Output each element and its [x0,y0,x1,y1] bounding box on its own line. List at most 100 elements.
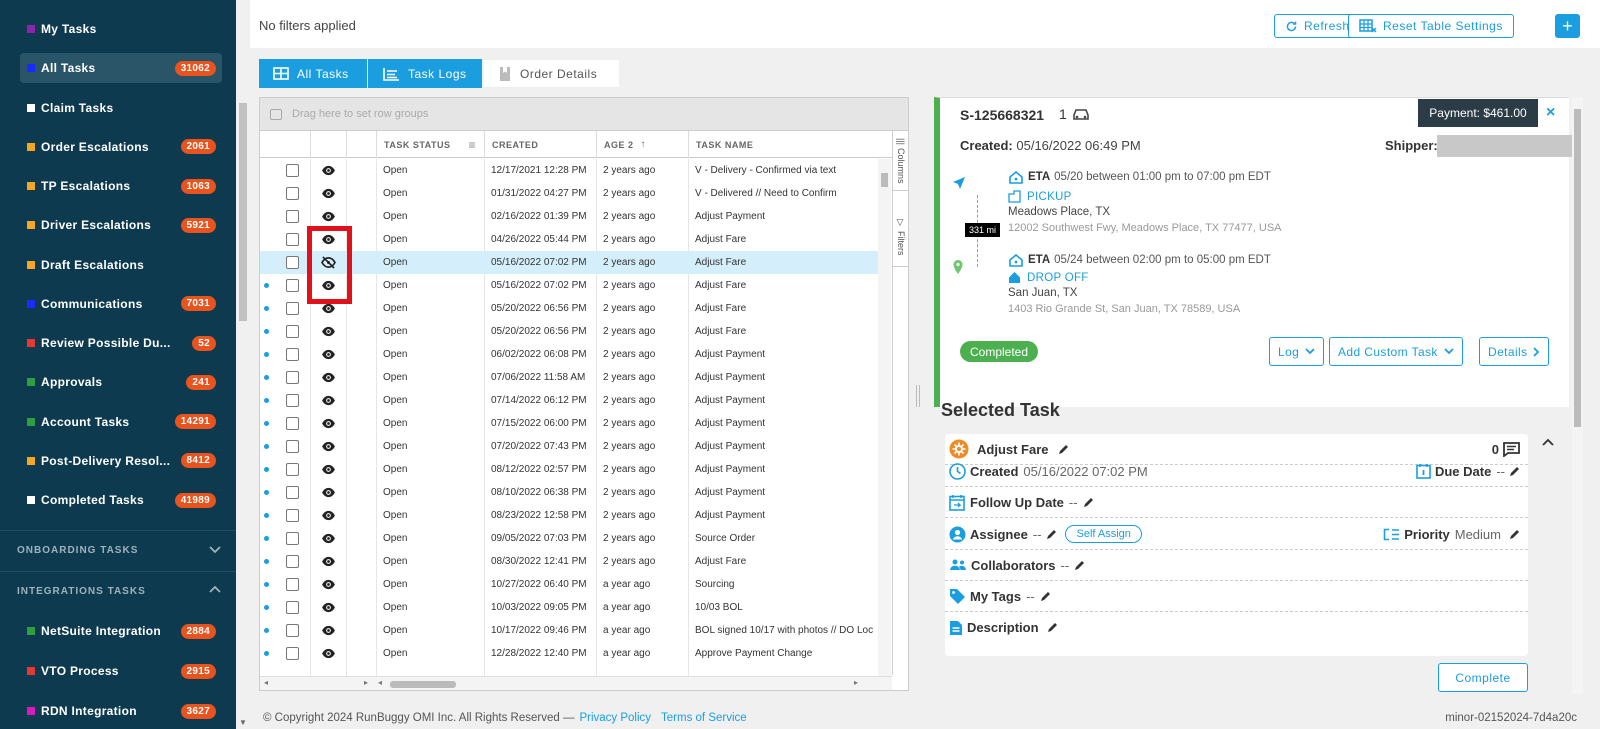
sidebar-item-driver-escalations[interactable]: Driver Escalations 5921 [20,210,222,240]
sidebar-item-post-delivery-resol[interactable]: Post-Delivery Resol... 8412 [20,446,222,476]
self-assign-button[interactable]: Self Assign [1065,525,1142,543]
eye-icon[interactable] [321,372,336,383]
eye-icon[interactable] [321,418,336,429]
sidebar-item-tp-escalations[interactable]: TP Escalations 1063 [20,171,222,201]
table-row[interactable]: Open 08/23/2022 12:58 PM 2 years ago Adjust… [260,504,878,527]
table-row[interactable]: Open 09/05/2022 07:03 PM 2 years ago Source… [260,527,878,550]
row-checkbox[interactable] [286,417,299,430]
table-row[interactable]: Open 05/16/2022 07:02 PM 2 years ago Adjust… [260,251,878,274]
row-checkbox[interactable] [286,325,299,338]
row-checkbox[interactable] [286,302,299,315]
details-button[interactable]: Details [1479,337,1550,366]
table-row[interactable]: Open 08/10/2022 06:38 PM 2 years ago Adjust… [260,481,878,504]
edit-pencil-icon[interactable] [1040,591,1051,602]
row-checkbox[interactable] [286,624,299,637]
sidebar-item-account-tasks[interactable]: Account Tasks 14291 [20,407,222,437]
eye-icon[interactable] [321,510,336,521]
terms-of-service-link[interactable]: Terms of Service [661,712,747,724]
row-group-drop-zone[interactable]: Drag here to set row groups [260,98,908,131]
columns-panel-toggle[interactable]: ||| Columns [893,131,909,191]
add-custom-task-button[interactable]: Add Custom Task [1329,337,1463,366]
table-row[interactable]: Open 12/28/2022 12:40 PM a year ago Approve… [260,642,878,665]
eye-icon[interactable] [321,326,336,337]
table-row[interactable]: Open 01/31/2022 04:27 PM 2 years ago V - De… [260,182,878,205]
tab-task-logs[interactable]: Task Logs [368,59,482,88]
add-button[interactable]: + [1555,14,1580,38]
scroll-right-arrow-icon[interactable]: ▸ [364,678,368,687]
edit-pencil-icon[interactable] [1074,560,1085,571]
header-task-status[interactable]: TASK STATUS ≡ [376,131,484,158]
sidebar-item-rdn-integration[interactable]: RDN Integration 3627 [20,696,222,726]
edit-pencil-icon[interactable] [1083,497,1094,508]
scroll-down-arrow-icon[interactable]: ▼ [239,718,247,727]
scroll-right-arrow-icon-2[interactable]: ▸ [854,678,858,687]
row-checkbox[interactable] [286,532,299,545]
comments-group[interactable]: 0 [1488,442,1520,457]
eye-icon[interactable] [321,625,336,636]
sidebar-item-communications[interactable]: Communications 7031 [20,289,222,319]
table-row[interactable]: Open 10/03/2022 09:05 PM a year ago 10/03 B… [260,596,878,619]
column-menu-icon[interactable]: ≡ [468,138,476,152]
eye-icon[interactable] [321,579,336,590]
header-eye-col[interactable] [310,131,346,158]
eye-icon[interactable] [321,349,336,360]
sidebar-scrollbar-thumb[interactable] [239,103,247,321]
sidebar-item-draft-escalations[interactable]: Draft Escalations [20,250,222,280]
eye-icon[interactable] [321,188,336,199]
grid-vertical-scrollbar-thumb[interactable] [881,173,888,187]
log-dropdown-button[interactable]: Log [1269,337,1325,366]
edit-pencil-icon[interactable] [1509,466,1520,477]
table-row[interactable]: Open 04/26/2022 05:44 PM 2 years ago Adjust… [260,228,878,251]
header-created[interactable]: CREATED [484,131,596,158]
row-checkbox[interactable] [286,371,299,384]
table-row[interactable]: Open 05/20/2022 06:56 PM 2 years ago Adjust… [260,297,878,320]
table-row[interactable]: Open 05/16/2022 07:02 PM 2 years ago Adjust… [260,274,878,297]
row-checkbox[interactable] [286,578,299,591]
eye-icon[interactable] [321,441,336,452]
row-checkbox[interactable] [286,256,299,269]
grid-horizontal-scrollbar-thumb[interactable] [390,681,456,688]
complete-task-button[interactable]: Complete [1438,663,1528,692]
eye-icon[interactable] [321,648,336,659]
sidebar-item-vto-process[interactable]: VTO Process 2915 [20,656,222,686]
row-checkbox[interactable] [286,601,299,614]
header-age[interactable]: AGE 2 ↑ [596,131,688,158]
row-checkbox[interactable] [286,233,299,246]
table-row[interactable]: Open 07/06/2022 11:58 AM 2 years ago Adjust… [260,366,878,389]
table-row[interactable]: Open 08/12/2022 02:57 PM 2 years ago Adjust… [260,458,878,481]
table-row[interactable]: Open 10/27/2022 06:40 PM a year ago Sourcin… [260,573,878,596]
eye-icon[interactable] [321,533,336,544]
scroll-left-arrow-icon[interactable]: ◂ [264,678,268,687]
section-onboarding-tasks[interactable]: ONBOARDING TASKS [0,530,236,570]
table-row[interactable]: Open 07/15/2022 06:00 PM 2 years ago Adjust… [260,412,878,435]
close-icon[interactable]: × [1546,104,1555,122]
sidebar-item-review-possible-du[interactable]: Review Possible Du... 52 [20,328,222,358]
tab-all-tasks[interactable]: All Tasks [259,59,367,88]
sidebar-item-completed-tasks[interactable]: Completed Tasks 41989 [20,485,222,515]
table-row[interactable]: Open 06/02/2022 06:08 PM 2 years ago Adjust… [260,343,878,366]
eye-icon[interactable] [321,395,336,406]
table-row[interactable]: Open 10/17/2022 09:46 PM a year ago BOL sig… [260,619,878,642]
grid-vertical-scrollbar[interactable] [878,159,891,676]
eye-icon[interactable] [321,464,336,475]
row-checkbox[interactable] [286,187,299,200]
eye-icon[interactable] [321,211,336,222]
row-checkbox[interactable] [286,647,299,660]
edit-pencil-icon[interactable] [1046,529,1057,540]
row-checkbox[interactable] [286,486,299,499]
row-checkbox[interactable] [286,555,299,568]
grid-horizontal-scrollbar[interactable]: ◂ ▸ ◂ ▸ [260,676,892,690]
sidebar-item-approvals[interactable]: Approvals 241 [20,367,222,397]
order-id[interactable]: S-125668321 [960,107,1044,123]
right-panel-scrollbar-thumb[interactable] [1574,109,1581,427]
eye-icon[interactable] [321,487,336,498]
scroll-left-arrow-icon-2[interactable]: ◂ [378,678,382,687]
eye-icon[interactable] [321,602,336,613]
row-checkbox[interactable] [286,463,299,476]
sidebar-scrollbar[interactable]: ▼ [236,0,250,729]
right-panel-scrollbar[interactable] [1572,97,1583,694]
row-checkbox[interactable] [286,210,299,223]
table-row[interactable]: Open 08/30/2022 12:41 PM 2 years ago Adjust… [260,550,878,573]
row-checkbox[interactable] [286,279,299,292]
edit-pencil-icon[interactable] [1047,622,1058,633]
